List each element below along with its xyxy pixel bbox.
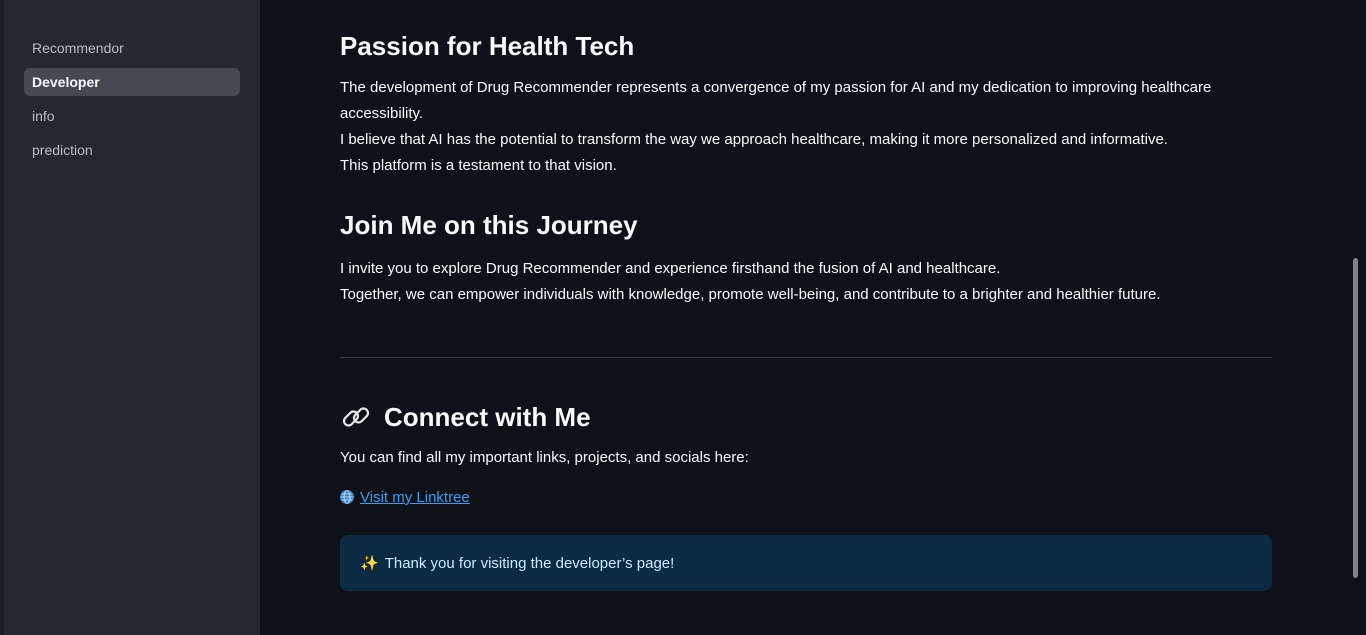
passion-paragraph-2: I believe that AI has the potential to t… (340, 131, 1168, 148)
sidebar-nav: Recommendor Developer info prediction (24, 34, 240, 170)
journey-heading: Join Me on this Journey (340, 210, 638, 240)
sidebar-item-label: info (32, 108, 55, 124)
thank-you-text: Thank you for visiting the developer’s p… (384, 554, 675, 572)
thank-you-alert: ✨ Thank you for visiting the developer’s… (340, 535, 1272, 591)
app-window: Recommendor Developer info prediction Pa… (0, 0, 1366, 635)
passion-paragraph-3: This platform is a testament to that vis… (340, 157, 617, 174)
sidebar: Recommendor Developer info prediction (0, 0, 260, 635)
sidebar-item-prediction[interactable]: prediction (24, 136, 240, 164)
sidebar-item-developer[interactable]: Developer (24, 68, 240, 96)
sparkle-icon: ✨ (360, 555, 379, 572)
link-icon (340, 401, 372, 433)
passion-heading: Passion for Health Tech (340, 31, 635, 61)
sidebar-item-label: Recommendor (32, 40, 124, 56)
divider (340, 357, 1272, 358)
sidebar-item-info[interactable]: info (24, 102, 240, 130)
passion-paragraph-1: The development of Drug Recommender repr… (340, 79, 1212, 122)
linktree-link-label: Visit my Linktree (360, 489, 470, 506)
main-content: Passion for Health Tech The development … (260, 0, 1366, 635)
sidebar-edge (0, 0, 4, 635)
connect-section: Connect with Me You can find all my impo… (340, 401, 1272, 511)
connect-heading: Connect with Me (384, 402, 591, 432)
globe-icon (340, 490, 354, 504)
passion-section: Passion for Health Tech The development … (340, 30, 1272, 179)
sidebar-item-label: Developer (32, 74, 100, 90)
connect-paragraph: You can find all my important links, pro… (340, 449, 749, 466)
linktree-link[interactable]: Visit my Linktree (340, 489, 470, 506)
scrollbar-thumb[interactable] (1353, 258, 1358, 578)
journey-section: Join Me on this Journey I invite you to … (340, 209, 1272, 308)
sidebar-item-recommendor[interactable]: Recommendor (24, 34, 240, 62)
journey-paragraph-2: Together, we can empower individuals wit… (340, 286, 1161, 303)
journey-paragraph-1: I invite you to explore Drug Recommender… (340, 260, 1001, 277)
sidebar-item-label: prediction (32, 142, 93, 158)
